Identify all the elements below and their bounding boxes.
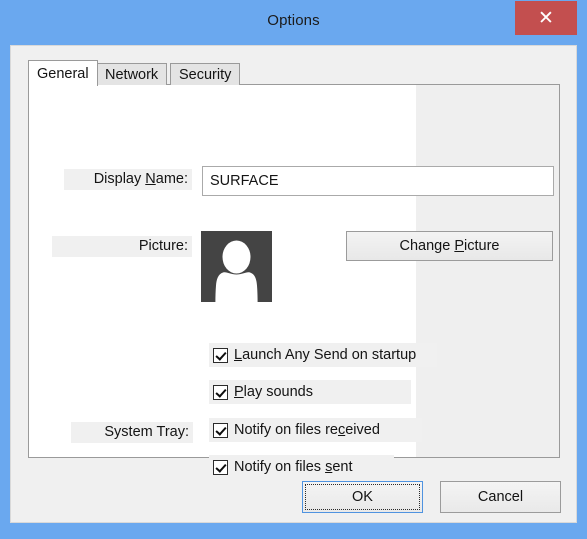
cb2-prefix: Notify on files re (234, 422, 338, 438)
cb1-suffix: lay sounds (243, 384, 313, 400)
checkbox-launch-on-startup[interactable]: Launch Any Send on startup (209, 343, 437, 367)
display-name-label-suffix: ame: (155, 171, 188, 187)
change-picture-suffix: icture (464, 238, 500, 254)
checkbox-play-sounds-label: Play sounds (234, 384, 317, 400)
checkbox-checked-icon (213, 347, 228, 363)
checkbox-checked-icon (213, 384, 228, 400)
change-picture-button[interactable]: Change Picture (346, 231, 553, 261)
checkbox-notify-files-sent-label: Notify on files sent (234, 459, 357, 475)
ok-button[interactable]: OK (302, 481, 423, 513)
cb3-prefix: Notify on files (234, 459, 326, 475)
cb2-suffix: eived (345, 422, 380, 438)
tab-general[interactable]: General (28, 60, 98, 86)
page-background-strip (416, 85, 559, 457)
close-button[interactable]: ✕ (515, 1, 577, 35)
dialog-client-area: General Network Security Display Name: P… (10, 45, 577, 523)
change-picture-prefix: Change (399, 238, 455, 254)
checkbox-play-sounds[interactable]: Play sounds (209, 380, 411, 404)
checkbox-notify-files-sent[interactable]: Notify on files sent (209, 455, 394, 479)
checkbox-notify-files-received-label: Notify on files received (234, 422, 384, 438)
tab-security[interactable]: Security (170, 63, 241, 85)
close-icon: ✕ (538, 6, 554, 29)
ok-button-label: OK (352, 489, 373, 505)
avatar (201, 231, 272, 302)
system-tray-label: System Tray: (71, 422, 193, 443)
cancel-button[interactable]: Cancel (440, 481, 561, 513)
checkbox-launch-on-startup-label: Launch Any Send on startup (234, 347, 420, 363)
display-name-input[interactable] (202, 166, 554, 196)
user-silhouette-icon (201, 231, 272, 302)
checkbox-checked-icon (213, 459, 228, 475)
checkbox-checked-icon (213, 422, 228, 438)
change-picture-accel: P (454, 238, 465, 254)
title-bar[interactable]: Options ✕ (0, 0, 587, 45)
picture-label: Picture: (52, 236, 192, 257)
window-title: Options (267, 12, 320, 29)
checkbox-notify-files-received[interactable]: Notify on files received (209, 418, 422, 442)
cb0-suffix: aunch Any Send on startup (242, 347, 417, 363)
cb1-accel: P (234, 384, 244, 400)
options-dialog-window: Options ✕ General Network Security Displ… (0, 0, 587, 539)
tab-network[interactable]: Network (96, 63, 168, 85)
display-name-label-prefix: Display (93, 171, 146, 187)
cb3-suffix: ent (332, 459, 353, 475)
display-name-label-accel: N (145, 171, 156, 187)
display-name-label: Display Name: (64, 169, 192, 190)
cb0-accel: L (234, 347, 243, 363)
